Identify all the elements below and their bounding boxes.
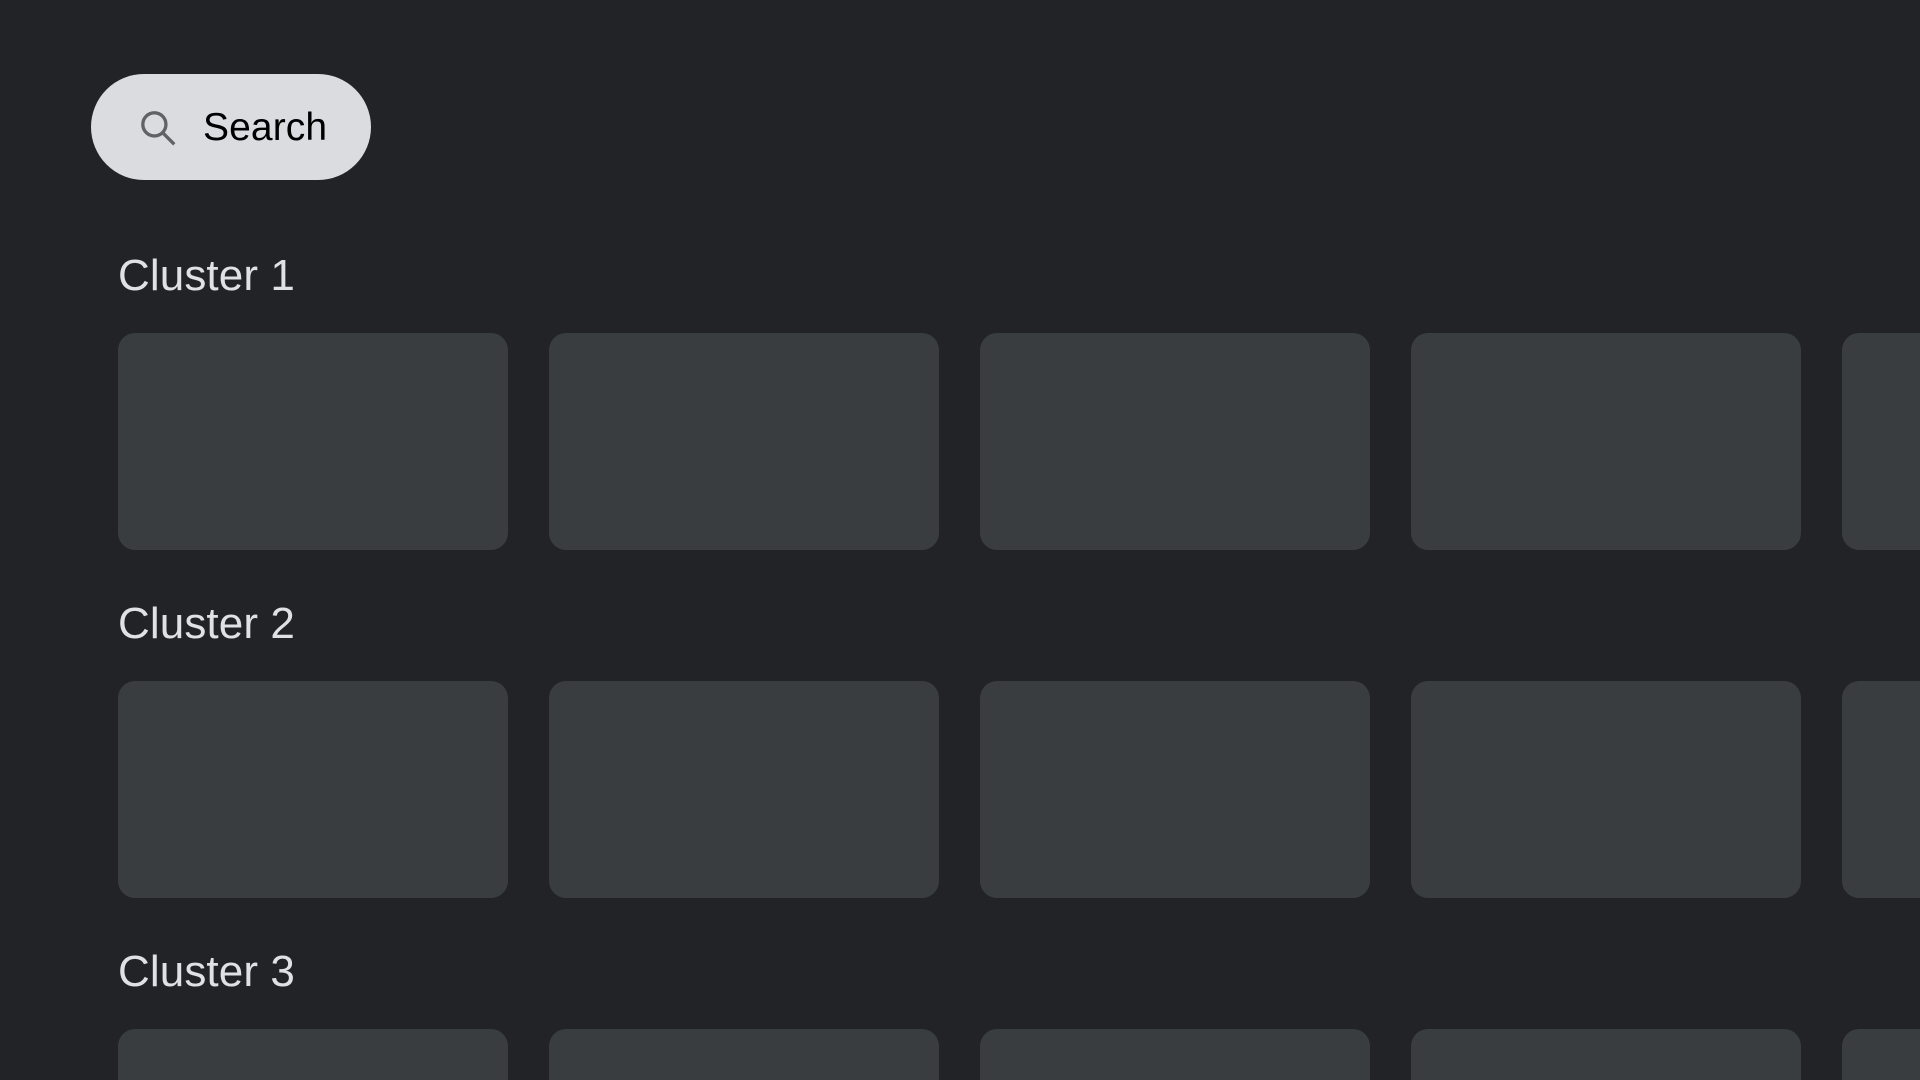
search-label: Search [203, 105, 328, 149]
cluster-card[interactable] [980, 1028, 1370, 1080]
cluster-card[interactable] [1842, 680, 1920, 898]
cluster-card[interactable] [1411, 332, 1801, 550]
search-input[interactable]: Search [91, 74, 372, 180]
cluster-card[interactable] [980, 332, 1370, 550]
cluster-card[interactable] [1411, 680, 1801, 898]
search-icon [136, 106, 178, 148]
cluster-list: Cluster 1 Cluster 2 Cluster 3 [0, 250, 1920, 1080]
cluster-card[interactable] [1842, 332, 1920, 550]
cluster-card-row [0, 332, 1920, 550]
cluster-card[interactable] [118, 680, 508, 898]
cluster-title: Cluster 3 [118, 946, 295, 996]
cluster-section: Cluster 3 [0, 946, 1920, 1080]
cluster-card-row [0, 680, 1920, 898]
cluster-card-row [0, 1028, 1920, 1080]
cluster-card[interactable] [118, 332, 508, 550]
cluster-section: Cluster 2 [0, 598, 1920, 898]
cluster-section: Cluster 1 [0, 250, 1920, 550]
cluster-card[interactable] [549, 332, 939, 550]
cluster-card[interactable] [1842, 1028, 1920, 1080]
cluster-title: Cluster 1 [118, 251, 295, 300]
cluster-title: Cluster 2 [118, 598, 295, 648]
cluster-card[interactable] [980, 680, 1370, 898]
app-root: Search Cluster 1 Cluster 2 Cluster 3 [0, 0, 1920, 1080]
cluster-card[interactable] [549, 680, 939, 898]
cluster-card[interactable] [1411, 1028, 1801, 1080]
cluster-card[interactable] [549, 1028, 939, 1080]
search-bar: Search [91, 74, 372, 180]
cluster-card[interactable] [118, 1028, 508, 1080]
